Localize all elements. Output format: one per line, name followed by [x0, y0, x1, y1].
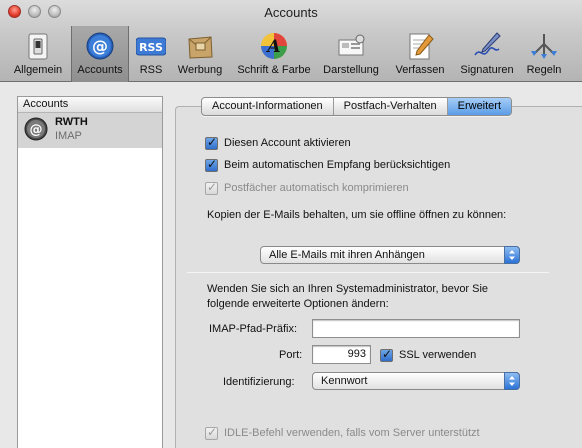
offline-copies-label: Kopien der E-Mails behalten, um sie offl… [207, 209, 507, 221]
toolbar-label: Accounts [77, 64, 123, 76]
toolbar-label: Regeln [526, 64, 562, 76]
ssl-label: SSL verwenden [399, 349, 477, 361]
tab-account-informationen[interactable]: Account-Informationen [202, 98, 333, 115]
rss-icon: RSS [136, 37, 166, 56]
enable-account-checkbox-row[interactable]: ✓ Diesen Account aktivieren [205, 135, 351, 151]
svg-text:@: @ [30, 123, 43, 138]
tab-bar: Account-Informationen Postfach-Verhalten… [201, 97, 513, 116]
toolbar-item-accounts[interactable]: @ Accounts [71, 26, 129, 82]
toolbar-item-allgemein[interactable]: Allgemein [6, 26, 70, 82]
font-color-icon: A [261, 33, 287, 59]
tab-postfach-verhalten[interactable]: Postfach-Verhalten [332, 98, 447, 115]
svg-text:@: @ [92, 37, 108, 56]
offline-copies-value: Alle E-Mails mit ihren Anhängen [269, 249, 425, 261]
toolbar-item-darstellung[interactable]: Darstellung [320, 26, 382, 82]
window-title: Accounts [264, 5, 318, 20]
offline-copies-popup[interactable]: Alle E-Mails mit ihren Anhängen [260, 246, 520, 264]
auto-fetch-checkbox-row[interactable]: ✓ Beim automatischen Empfang berücksicht… [205, 157, 450, 173]
toolbar-item-regeln[interactable]: Regeln [520, 26, 568, 82]
port-label: Port: [279, 349, 303, 361]
toolbar-item-werbung[interactable]: Werbung [172, 26, 228, 82]
sidebar-header: Accounts [18, 97, 162, 113]
compact-mailboxes-checkbox: ✓ [205, 179, 218, 195]
toolbar: Allgemein @ Accounts RSS RSS Werbung A S… [0, 26, 582, 82]
at-icon: @ [86, 32, 114, 60]
toolbar-item-rss[interactable]: RSS RSS [130, 26, 172, 82]
enable-account-label: Diesen Account aktivieren [224, 137, 351, 149]
imap-prefix-field[interactable] [312, 319, 520, 338]
compact-mailboxes-checkbox-row: ✓ Postfächer automatisch komprimieren [205, 180, 409, 196]
toolbar-label: Darstellung [323, 64, 379, 76]
idle-checkbox-row: ✓ IDLE-Befehl verwenden, falls vom Serve… [205, 425, 480, 441]
rss-badge-text: RSS [139, 41, 163, 54]
auth-popup[interactable]: Kennwort [312, 372, 520, 390]
toolbar-label: Signaturen [460, 64, 514, 76]
rules-icon [531, 34, 557, 59]
idle-checkbox: ✓ [205, 424, 218, 440]
section-divider [187, 272, 549, 273]
svg-text:A: A [265, 37, 280, 57]
auth-label: Identifizierung: [223, 376, 295, 388]
imap-account-icon: @ [24, 117, 48, 141]
tab-erweitert[interactable]: Erweitert [446, 98, 512, 115]
account-row-rwth[interactable]: @ RWTH IMAP [18, 113, 162, 148]
imap-prefix-label: IMAP-Pfad-Präfix: [209, 323, 298, 335]
toolbar-label: Allgemein [13, 64, 63, 76]
popup-arrows-icon [504, 246, 520, 264]
enable-account-checkbox[interactable]: ✓ [205, 135, 218, 150]
junk-mail-icon [188, 36, 213, 59]
compose-icon [409, 33, 434, 60]
toolbar-item-verfassen[interactable]: Verfassen [390, 26, 450, 82]
ssl-checkbox-row[interactable]: ✓ SSL verwenden [380, 347, 476, 363]
preferences-window: Accounts Allgemein @ Accounts RSS RSS We… [0, 0, 582, 448]
accounts-sidebar: Accounts @ RWTH IMAP [17, 96, 163, 448]
viewing-icon [338, 34, 365, 56]
admin-note-line2: folgende erweiterte Optionen ändern: [207, 298, 389, 310]
title-bar: Accounts Allgemein @ Accounts RSS RSS We… [0, 0, 582, 82]
toolbar-label: Verfassen [395, 64, 445, 76]
switch-icon [28, 33, 48, 60]
toolbar-item-schrift-farbe[interactable]: A Schrift & Farbe [231, 26, 317, 82]
auth-value: Kennwort [321, 375, 368, 387]
toolbar-label: Werbung [177, 64, 223, 76]
auto-fetch-checkbox[interactable]: ✓ [205, 157, 218, 172]
idle-label: IDLE-Befehl verwenden, falls vom Server … [224, 427, 480, 439]
account-type: IMAP [55, 130, 82, 142]
toolbar-item-signaturen[interactable]: Signaturen [456, 26, 518, 82]
auto-fetch-label: Beim automatischen Empfang berücksichtig… [224, 159, 451, 171]
compact-mailboxes-label: Postfächer automatisch komprimieren [224, 182, 409, 194]
ssl-checkbox[interactable]: ✓ [380, 347, 393, 362]
account-name: RWTH [55, 116, 88, 128]
popup-arrows-icon [504, 372, 520, 390]
signature-icon [474, 32, 501, 56]
toolbar-label: RSS [139, 64, 163, 76]
toolbar-label: Schrift & Farbe [237, 64, 311, 76]
admin-note-line1: Wenden Sie sich an Ihren Systemadministr… [207, 283, 489, 295]
port-field[interactable]: 993 [312, 345, 371, 364]
